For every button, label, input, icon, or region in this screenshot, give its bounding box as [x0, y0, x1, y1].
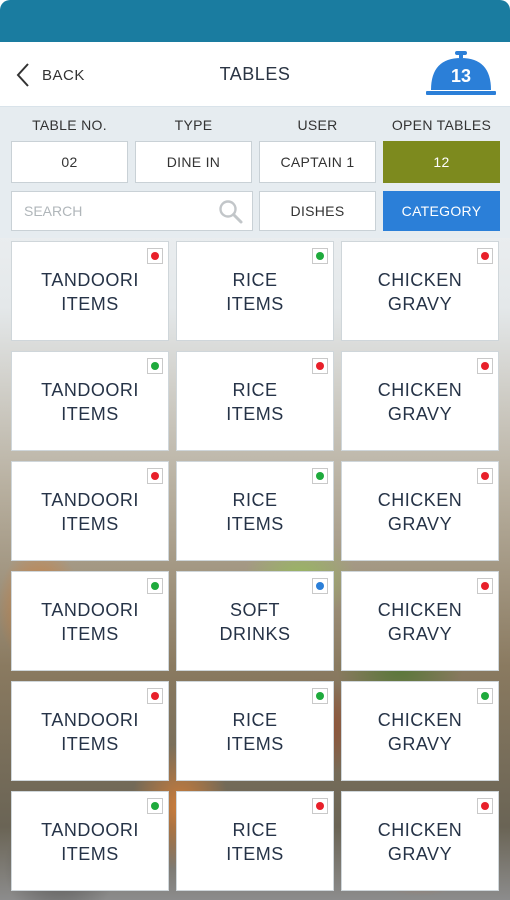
status-indicator-icon — [477, 798, 493, 814]
green-dot-icon — [151, 362, 159, 370]
status-indicator-icon — [147, 358, 163, 374]
green-dot-icon — [151, 802, 159, 810]
type-field[interactable]: DINE IN — [135, 141, 252, 183]
category-tile[interactable]: SOFT DRINKS — [176, 571, 334, 671]
order-count: 13 — [450, 66, 472, 86]
category-label: CHICKEN GRAVY — [377, 600, 463, 644]
red-dot-icon — [481, 802, 489, 810]
category-label: TANDOORI ITEMS — [41, 380, 139, 424]
status-indicator-icon — [312, 468, 328, 484]
green-dot-icon — [316, 472, 324, 480]
red-dot-icon — [481, 252, 489, 260]
category-label: SOFT DRINKS — [219, 600, 291, 644]
status-indicator-icon — [477, 358, 493, 374]
category-tile[interactable]: RICE ITEMS — [176, 351, 334, 451]
category-tile[interactable]: CHICKEN GRAVY — [341, 351, 499, 451]
table-no-header: TABLE NO. — [32, 117, 107, 133]
open-tables-field[interactable]: 12 — [383, 141, 500, 183]
dishes-tab[interactable]: DISHES — [259, 191, 376, 231]
red-dot-icon — [151, 252, 159, 260]
category-tile[interactable]: CHICKEN GRAVY — [341, 461, 499, 561]
back-button[interactable]: BACK — [16, 60, 85, 90]
category-label: TANDOORI ITEMS — [41, 490, 139, 534]
red-dot-icon — [481, 582, 489, 590]
chevron-left-icon — [16, 63, 29, 87]
status-indicator-icon — [312, 688, 328, 704]
orders-badge[interactable]: 13 — [424, 50, 498, 98]
status-indicator-icon — [147, 468, 163, 484]
app-header: BACK TABLES 13 — [0, 42, 510, 107]
red-dot-icon — [316, 362, 324, 370]
red-dot-icon — [151, 692, 159, 700]
red-dot-icon — [151, 472, 159, 480]
blue-dot-icon — [316, 582, 324, 590]
search-box[interactable] — [11, 191, 253, 231]
category-label: CHICKEN GRAVY — [377, 710, 463, 754]
status-indicator-icon — [312, 358, 328, 374]
status-indicator-icon — [477, 248, 493, 264]
category-tile[interactable]: TANDOORI ITEMS — [11, 791, 169, 891]
category-tile[interactable]: RICE ITEMS — [176, 791, 334, 891]
category-tab[interactable]: CATEGORY — [383, 191, 500, 231]
category-tile[interactable]: RICE ITEMS — [176, 241, 334, 341]
back-label: BACK — [42, 66, 85, 84]
category-label: RICE ITEMS — [226, 490, 284, 534]
category-label: CHICKEN GRAVY — [377, 820, 463, 864]
category-label: CHICKEN GRAVY — [377, 490, 463, 534]
open-tables-header: OPEN TABLES — [391, 117, 492, 133]
category-tile[interactable]: RICE ITEMS — [176, 681, 334, 781]
category-label: TANDOORI ITEMS — [41, 270, 139, 314]
type-header: TYPE — [174, 117, 213, 133]
category-label: RICE ITEMS — [226, 380, 284, 424]
category-tile[interactable]: CHICKEN GRAVY — [341, 571, 499, 671]
search-input[interactable] — [12, 192, 212, 230]
category-label: RICE ITEMS — [226, 270, 284, 314]
category-tile[interactable]: CHICKEN GRAVY — [341, 791, 499, 891]
category-tile[interactable]: TANDOORI ITEMS — [11, 681, 169, 781]
search-icon[interactable] — [218, 199, 244, 225]
category-label: RICE ITEMS — [226, 710, 284, 754]
category-tile[interactable]: CHICKEN GRAVY — [341, 241, 499, 341]
status-indicator-icon — [477, 578, 493, 594]
category-tile[interactable]: TANDOORI ITEMS — [11, 461, 169, 561]
green-dot-icon — [316, 692, 324, 700]
status-indicator-icon — [477, 468, 493, 484]
red-dot-icon — [481, 362, 489, 370]
status-indicator-icon — [477, 688, 493, 704]
category-tile[interactable]: RICE ITEMS — [176, 461, 334, 561]
green-dot-icon — [151, 582, 159, 590]
status-bar — [0, 0, 510, 42]
status-indicator-icon — [147, 578, 163, 594]
status-indicator-icon — [147, 688, 163, 704]
red-dot-icon — [481, 472, 489, 480]
status-indicator-icon — [312, 248, 328, 264]
status-indicator-icon — [312, 798, 328, 814]
status-indicator-icon — [312, 578, 328, 594]
category-label: TANDOORI ITEMS — [41, 600, 139, 644]
category-tile[interactable]: CHICKEN GRAVY — [341, 681, 499, 781]
user-field[interactable]: CAPTAIN 1 — [259, 141, 376, 183]
user-header: USER — [297, 117, 338, 133]
status-indicator-icon — [147, 248, 163, 264]
category-tile[interactable]: TANDOORI ITEMS — [11, 351, 169, 451]
status-indicator-icon — [147, 798, 163, 814]
red-dot-icon — [316, 802, 324, 810]
green-dot-icon — [316, 252, 324, 260]
category-tile[interactable]: TANDOORI ITEMS — [11, 241, 169, 341]
category-label: TANDOORI ITEMS — [41, 820, 139, 864]
table-no-field[interactable]: 02 — [11, 141, 128, 183]
green-dot-icon — [481, 692, 489, 700]
category-label: RICE ITEMS — [226, 820, 284, 864]
category-tile[interactable]: TANDOORI ITEMS — [11, 571, 169, 671]
category-label: TANDOORI ITEMS — [41, 710, 139, 754]
category-label: CHICKEN GRAVY — [377, 270, 463, 314]
category-label: CHICKEN GRAVY — [377, 380, 463, 424]
